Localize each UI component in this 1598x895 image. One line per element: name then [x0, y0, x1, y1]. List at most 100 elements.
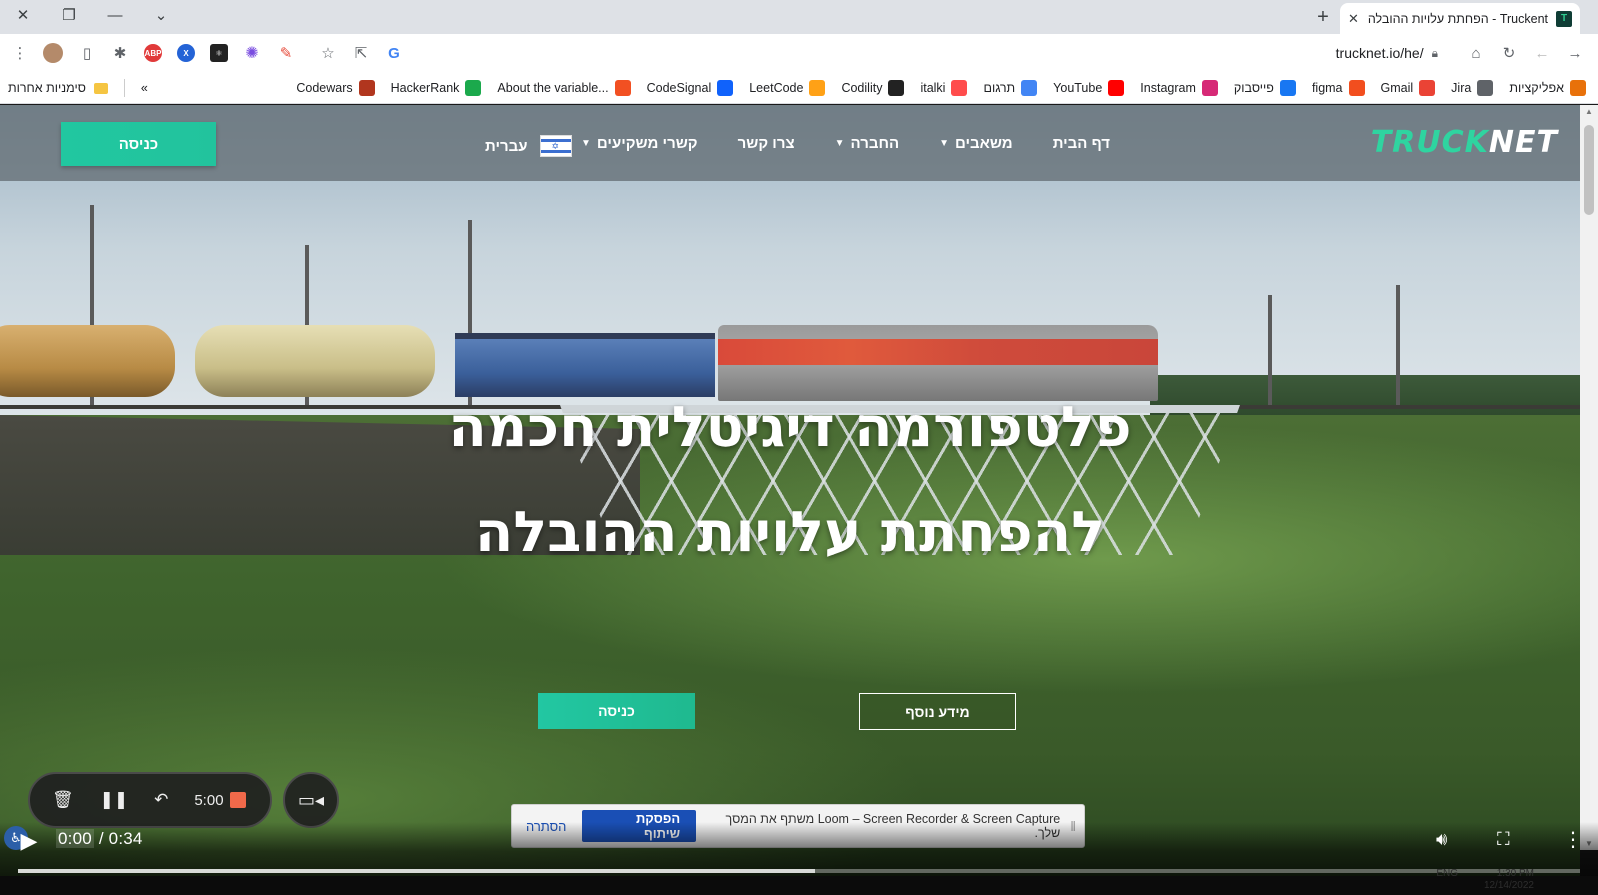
google-icon[interactable]: G: [384, 43, 404, 63]
scrollbar-thumb[interactable]: [1584, 125, 1594, 215]
system-clock: 1:30 PM 12/14/2022: [1484, 868, 1534, 892]
extension-react-icon[interactable]: ⚛: [209, 43, 229, 63]
video-time: 0:00 / 0:34: [56, 829, 143, 849]
browser-toolbar: ⋮ ▯ ✱ ABP X ⚛ ✺ ✎ ☆ ⇱ G trucknet.io/he/ …: [0, 34, 1598, 72]
bookmark-item[interactable]: פייסבוק: [1234, 79, 1296, 96]
bookmark-item[interactable]: YouTube: [1053, 79, 1125, 96]
figma-icon: [1348, 79, 1365, 96]
restore-window-icon[interactable]: ❐: [46, 0, 92, 30]
profile-avatar[interactable]: [43, 43, 63, 63]
trucknet-logo[interactable]: TRUCKNET: [1371, 125, 1558, 160]
buffered-fill: [18, 869, 815, 873]
extension-x-icon[interactable]: X: [176, 43, 196, 63]
page-scrollbar[interactable]: ▲ ▼: [1580, 105, 1598, 850]
nav-item[interactable]: קשרי משקיעים ▼: [581, 135, 698, 152]
close-window-icon[interactable]: ✕: [0, 0, 46, 30]
camera-icon[interactable]: ▭◂: [283, 772, 339, 828]
bookmark-item[interactable]: אפליקציות: [1509, 79, 1586, 96]
scroll-up-icon[interactable]: ▲: [1584, 107, 1594, 116]
windows-taskbar: 1:30 PM 12/14/2022 ENG: [0, 868, 1598, 895]
trash-icon[interactable]: 🗑︎: [52, 790, 74, 810]
bookmark-item[interactable]: figma: [1312, 79, 1365, 96]
minimize-window-icon[interactable]: —: [92, 0, 138, 30]
bookmark-item[interactable]: תרגום: [983, 79, 1038, 96]
home-icon[interactable]: ⌂: [1466, 43, 1486, 63]
nav-item[interactable]: דף הבית: [1053, 135, 1110, 152]
play-icon[interactable]: ▶: [16, 828, 42, 854]
chrome-menu-icon[interactable]: ⋮: [10, 43, 30, 63]
bookmark-item[interactable]: About the variable...: [497, 79, 631, 96]
video-progress-bar[interactable]: [18, 869, 1580, 873]
loom-recorder-controls: 🗑︎ ❚❚ ↶ 5:00: [28, 772, 272, 828]
codewars-icon: [358, 79, 375, 96]
bookmark-item[interactable]: italki: [920, 79, 968, 96]
bookmark-item[interactable]: HackerRank: [391, 79, 482, 96]
leetcode-icon: [809, 79, 826, 96]
tab-search-chevron-icon[interactable]: ⌄: [138, 0, 184, 30]
fullscreen-icon[interactable]: ⛶: [1497, 829, 1510, 850]
hero-more-info-button[interactable]: מידע נוסף: [859, 693, 1016, 730]
bookmark-item[interactable]: Codewars: [296, 79, 375, 96]
bookmark-label: Gmail: [1380, 80, 1414, 95]
translate-icon: [1021, 79, 1038, 96]
bookmark-item[interactable]: Codility: [841, 79, 905, 96]
time-separator: /: [93, 829, 109, 848]
address-bar[interactable]: trucknet.io/he/ 🔒︎: [410, 38, 1450, 68]
power-pole: [1268, 295, 1272, 405]
clock-time: 1:30 PM: [1496, 868, 1534, 879]
forward-arrow-icon[interactable]: →: [1565, 43, 1585, 63]
bookmarks-overflow-chevron-icon[interactable]: «: [141, 81, 148, 95]
share-icon[interactable]: ⇱: [351, 43, 371, 63]
hackerrank-icon: [465, 79, 482, 96]
bookmark-star-icon[interactable]: ☆: [318, 43, 338, 63]
language-selector[interactable]: עברית ✡: [485, 135, 572, 157]
bookmark-item[interactable]: Jira: [1451, 79, 1494, 96]
adblock-plus-icon[interactable]: ABP: [143, 43, 163, 63]
current-time: 0:00: [56, 829, 94, 848]
active-tab[interactable]: T Truckent - הפחתת עלויות ההובלה ✕: [1340, 3, 1580, 34]
tab-close-icon[interactable]: ✕: [1348, 11, 1359, 27]
bookmark-item[interactable]: Gmail: [1380, 79, 1436, 96]
bookmarks-bar: סימניות אחרות « אפליקציות Jira Gmail figma פ…: [0, 72, 1598, 104]
tab-title: Truckent - הפחתת עלויות ההובלה: [1367, 11, 1548, 26]
back-arrow-icon[interactable]: ←: [1532, 43, 1552, 63]
site-header: TRUCKNET דף הבית משאבים ▼ החברה ▼ צרו קשר קשרי…: [0, 105, 1580, 181]
bookmark-label: Instagram: [1140, 80, 1196, 95]
red-locomotive: [718, 325, 1158, 401]
nav-item[interactable]: החברה ▼: [835, 135, 899, 152]
volume-icon[interactable]: 🔊︎: [1436, 829, 1447, 850]
other-bookmarks-label[interactable]: סימניות אחרות: [8, 81, 86, 95]
record-stop-icon[interactable]: [229, 792, 246, 808]
microsoft-icon: [614, 79, 631, 96]
loom-extension-icon[interactable]: ✎: [276, 43, 296, 63]
side-panel-icon[interactable]: ▯: [77, 43, 97, 63]
globe-icon: [1477, 79, 1494, 96]
bookmark-label: תרגום: [983, 80, 1016, 95]
more-options-icon[interactable]: ⋮: [1563, 827, 1583, 852]
nav-item[interactable]: צרו קשר: [738, 135, 795, 152]
bookmark-item[interactable]: LeetCode: [749, 79, 826, 96]
clock-date: 12/14/2022: [1483, 880, 1534, 891]
logo-text-net: NET: [1488, 125, 1558, 160]
pause-icon[interactable]: ❚❚: [100, 790, 129, 810]
nav-item-label: החברה: [850, 134, 900, 152]
hero-enter-button[interactable]: כניסה: [538, 693, 695, 729]
blue-locomotive: [455, 333, 715, 397]
screen-recording-frame: ✕ ❐ — ⌄ + T Truckent - הפחתת עלויות ההוב…: [0, 0, 1598, 895]
nav-item-label: דף הבית: [1052, 134, 1110, 152]
extension-colorpicker-icon[interactable]: ✺: [242, 43, 262, 63]
bookmark-item[interactable]: Instagram: [1140, 79, 1218, 96]
loom-timer: 5:00: [194, 792, 246, 809]
extensions-puzzle-icon[interactable]: ✱: [110, 43, 130, 63]
new-tab-button[interactable]: +: [1310, 4, 1336, 30]
reload-icon[interactable]: ↻: [1499, 43, 1519, 63]
folder-icon: [93, 82, 108, 94]
bookmark-item[interactable]: CodeSignal: [646, 79, 734, 96]
nav-item[interactable]: משאבים ▼: [939, 135, 1013, 152]
nav-item-label: קשרי משקיעים: [596, 134, 698, 152]
codesignal-icon: [717, 79, 734, 96]
bookmark-label: CodeSignal: [646, 80, 712, 95]
lock-icon[interactable]: 🔒︎: [1432, 46, 1438, 61]
header-login-button[interactable]: כניסה: [61, 122, 216, 166]
undo-icon[interactable]: ↶: [154, 790, 168, 810]
